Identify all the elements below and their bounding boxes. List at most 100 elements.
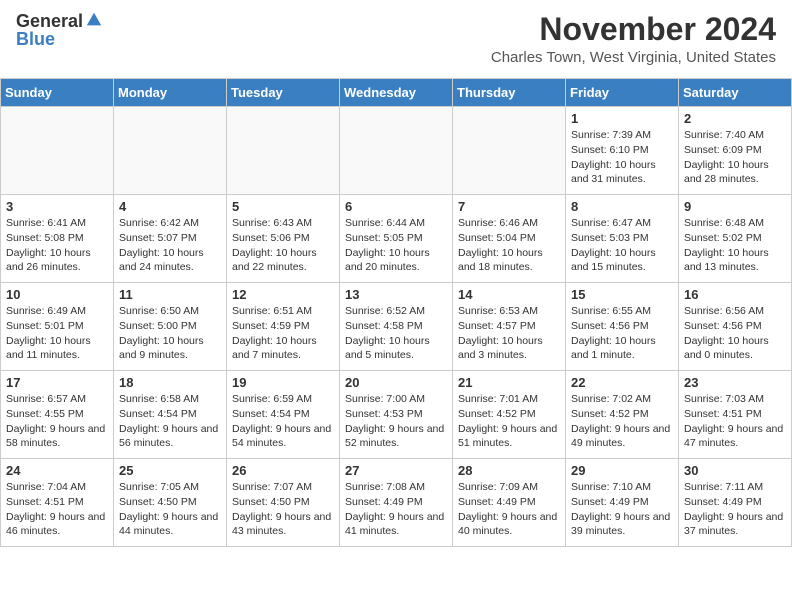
day-info: Sunrise: 7:07 AM Sunset: 4:50 PM Dayligh… [232,480,334,539]
day-number: 27 [345,463,447,478]
day-number: 5 [232,199,334,214]
day-info: Sunrise: 7:00 AM Sunset: 4:53 PM Dayligh… [345,392,447,451]
day-info: Sunrise: 6:58 AM Sunset: 4:54 PM Dayligh… [119,392,221,451]
title-block: November 2024 Charles Town, West Virgini… [491,12,776,66]
calendar-header-row: SundayMondayTuesdayWednesdayThursdayFrid… [1,79,792,107]
calendar-header-sunday: Sunday [1,79,114,107]
day-number: 17 [6,375,108,390]
calendar-header-thursday: Thursday [453,79,566,107]
day-number: 10 [6,287,108,302]
day-number: 29 [571,463,673,478]
logo-triangle-icon [85,11,103,29]
day-number: 25 [119,463,221,478]
calendar-cell: 1 Sunrise: 7:39 AM Sunset: 6:10 PM Daylig… [566,107,679,195]
calendar-cell: 25 Sunrise: 7:05 AM Sunset: 4:50 PM Dayli… [114,459,227,547]
calendar-cell: 26 Sunrise: 7:07 AM Sunset: 4:50 PM Dayli… [227,459,340,547]
calendar-cell: 9Sunrise: 6:48 AM Sunset: 5:02 PM Daylig… [679,195,792,283]
calendar-header-monday: Monday [114,79,227,107]
day-number: 7 [458,199,560,214]
calendar-cell: 17 Sunrise: 6:57 AM Sunset: 4:55 PM Dayli… [1,371,114,459]
day-info: Sunrise: 7:08 AM Sunset: 4:49 PM Dayligh… [345,480,447,539]
day-info: Sunrise: 6:41 AM Sunset: 5:08 PM Dayligh… [6,216,108,275]
day-info: Sunrise: 7:05 AM Sunset: 4:50 PM Dayligh… [119,480,221,539]
calendar-cell: 13Sunrise: 6:52 AM Sunset: 4:58 PM Dayli… [340,283,453,371]
day-info: Sunrise: 7:01 AM Sunset: 4:52 PM Dayligh… [458,392,560,451]
calendar-cell: 6 Sunrise: 6:44 AM Sunset: 5:05 PM Daylig… [340,195,453,283]
day-number: 23 [684,375,786,390]
calendar-week-1: 1 Sunrise: 7:39 AM Sunset: 6:10 PM Daylig… [1,107,792,195]
calendar-cell: 16Sunrise: 6:56 AM Sunset: 4:56 PM Dayli… [679,283,792,371]
day-number: 6 [345,199,447,214]
calendar-cell: 7 Sunrise: 6:46 AM Sunset: 5:04 PM Daylig… [453,195,566,283]
day-number: 21 [458,375,560,390]
calendar-cell: 5 Sunrise: 6:43 AM Sunset: 5:06 PM Daylig… [227,195,340,283]
day-info: Sunrise: 6:50 AM Sunset: 5:00 PM Dayligh… [119,304,221,363]
day-info: Sunrise: 6:46 AM Sunset: 5:04 PM Dayligh… [458,216,560,275]
calendar-cell: 10 Sunrise: 6:49 AM Sunset: 5:01 PM Dayli… [1,283,114,371]
calendar-week-2: 3 Sunrise: 6:41 AM Sunset: 5:08 PM Daylig… [1,195,792,283]
logo: General Blue [16,12,103,48]
location-title: Charles Town, West Virginia, United Stat… [491,49,776,66]
calendar-cell [227,107,340,195]
day-info: Sunrise: 7:02 AM Sunset: 4:52 PM Dayligh… [571,392,673,451]
calendar-cell: 14Sunrise: 6:53 AM Sunset: 4:57 PM Dayli… [453,283,566,371]
day-info: Sunrise: 7:39 AM Sunset: 6:10 PM Dayligh… [571,128,673,187]
calendar-cell: 30Sunrise: 7:11 AM Sunset: 4:49 PM Dayli… [679,459,792,547]
day-info: Sunrise: 6:44 AM Sunset: 5:05 PM Dayligh… [345,216,447,275]
day-number: 28 [458,463,560,478]
day-number: 8 [571,199,673,214]
calendar-cell: 22 Sunrise: 7:02 AM Sunset: 4:52 PM Dayli… [566,371,679,459]
day-info: Sunrise: 6:52 AM Sunset: 4:58 PM Dayligh… [345,304,447,363]
day-number: 3 [6,199,108,214]
calendar-cell [340,107,453,195]
calendar-cell: 23 Sunrise: 7:03 AM Sunset: 4:51 PM Dayli… [679,371,792,459]
day-info: Sunrise: 6:43 AM Sunset: 5:06 PM Dayligh… [232,216,334,275]
day-info: Sunrise: 6:53 AM Sunset: 4:57 PM Dayligh… [458,304,560,363]
calendar-cell: 15 Sunrise: 6:55 AM Sunset: 4:56 PM Dayli… [566,283,679,371]
calendar-header-wednesday: Wednesday [340,79,453,107]
calendar-cell: 19Sunrise: 6:59 AM Sunset: 4:54 PM Dayli… [227,371,340,459]
calendar-week-5: 24Sunrise: 7:04 AM Sunset: 4:51 PM Dayli… [1,459,792,547]
day-number: 26 [232,463,334,478]
calendar-week-4: 17 Sunrise: 6:57 AM Sunset: 4:55 PM Dayli… [1,371,792,459]
calendar-header-saturday: Saturday [679,79,792,107]
day-info: Sunrise: 6:59 AM Sunset: 4:54 PM Dayligh… [232,392,334,451]
day-number: 4 [119,199,221,214]
day-info: Sunrise: 6:47 AM Sunset: 5:03 PM Dayligh… [571,216,673,275]
day-info: Sunrise: 7:10 AM Sunset: 4:49 PM Dayligh… [571,480,673,539]
calendar-table: SundayMondayTuesdayWednesdayThursdayFrid… [0,78,792,547]
logo-general-text: General [16,12,83,30]
calendar-cell: 28 Sunrise: 7:09 AM Sunset: 4:49 PM Dayli… [453,459,566,547]
day-info: Sunrise: 7:09 AM Sunset: 4:49 PM Dayligh… [458,480,560,539]
day-info: Sunrise: 6:51 AM Sunset: 4:59 PM Dayligh… [232,304,334,363]
day-number: 9 [684,199,786,214]
day-number: 24 [6,463,108,478]
calendar-cell [114,107,227,195]
day-info: Sunrise: 7:40 AM Sunset: 6:09 PM Dayligh… [684,128,786,187]
day-number: 1 [571,111,673,126]
day-number: 11 [119,287,221,302]
day-info: Sunrise: 7:03 AM Sunset: 4:51 PM Dayligh… [684,392,786,451]
day-info: Sunrise: 6:57 AM Sunset: 4:55 PM Dayligh… [6,392,108,451]
calendar-cell [453,107,566,195]
calendar-cell: 2Sunrise: 7:40 AM Sunset: 6:09 PM Daylig… [679,107,792,195]
calendar-cell: 24Sunrise: 7:04 AM Sunset: 4:51 PM Dayli… [1,459,114,547]
month-title: November 2024 [491,12,776,47]
calendar-week-3: 10 Sunrise: 6:49 AM Sunset: 5:01 PM Dayli… [1,283,792,371]
calendar-cell: 27 Sunrise: 7:08 AM Sunset: 4:49 PM Dayli… [340,459,453,547]
page-header: General Blue November 2024 Charles Town,… [0,0,792,70]
calendar-cell: 29 Sunrise: 7:10 AM Sunset: 4:49 PM Dayli… [566,459,679,547]
day-number: 15 [571,287,673,302]
calendar-cell: 3 Sunrise: 6:41 AM Sunset: 5:08 PM Daylig… [1,195,114,283]
day-number: 30 [684,463,786,478]
calendar-cell: 12Sunrise: 6:51 AM Sunset: 4:59 PM Dayli… [227,283,340,371]
day-number: 20 [345,375,447,390]
day-number: 22 [571,375,673,390]
calendar-cell: 11 Sunrise: 6:50 AM Sunset: 5:00 PM Dayli… [114,283,227,371]
calendar-cell: 4Sunrise: 6:42 AM Sunset: 5:07 PM Daylig… [114,195,227,283]
day-info: Sunrise: 6:49 AM Sunset: 5:01 PM Dayligh… [6,304,108,363]
day-number: 18 [119,375,221,390]
day-info: Sunrise: 6:55 AM Sunset: 4:56 PM Dayligh… [571,304,673,363]
calendar-cell: 21 Sunrise: 7:01 AM Sunset: 4:52 PM Dayli… [453,371,566,459]
calendar-cell: 20 Sunrise: 7:00 AM Sunset: 4:53 PM Dayli… [340,371,453,459]
